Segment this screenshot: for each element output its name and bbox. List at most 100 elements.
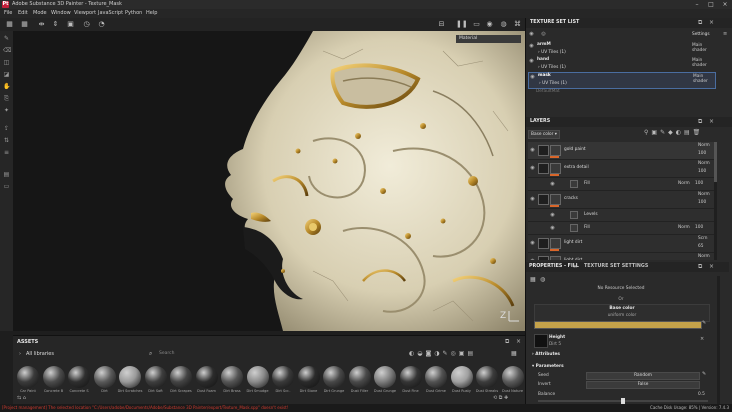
screen-icon[interactable]: ⊟ (437, 20, 446, 29)
color-picker-icon[interactable]: ✦ (3, 107, 10, 114)
fill-mode-icon[interactable]: ▦ (530, 276, 536, 283)
eye-icon[interactable]: ◉ (530, 75, 535, 80)
invert-toggle[interactable]: False (586, 381, 700, 389)
properties-scrollbar[interactable] (717, 276, 720, 404)
asset-thumbnail[interactable] (246, 366, 269, 388)
sublayer-row[interactable]: ◉ Fill Norm 100 (528, 222, 714, 235)
base-color-slot[interactable]: Base color uniform color (534, 304, 710, 322)
layer-row[interactable]: ◉ light dirt Scrn 65 (528, 235, 714, 253)
float-panel-icon[interactable]: ⧉ (505, 338, 509, 346)
align-icon[interactable]: ≡ (3, 149, 10, 156)
eraser-icon[interactable]: ⌫ (3, 47, 11, 54)
material-mode-icon[interactable]: ◍ (540, 276, 545, 283)
grid-view-icon[interactable]: ▦ (511, 350, 517, 357)
float-panel-icon[interactable]: ⧉ (698, 19, 702, 27)
asset-thumbnail[interactable] (119, 366, 141, 388)
asset-footer-actions[interactable]: ⟲ ⧉ ✚ (493, 395, 508, 401)
menu-mode[interactable]: Mode (33, 9, 47, 18)
smudge-icon[interactable]: ✋ (3, 83, 10, 90)
asset-filter-icons[interactable]: ◐◒◙◑✎◎▣▤ (409, 350, 509, 357)
visibility-icon[interactable]: ◎ (541, 32, 546, 37)
close-panel-icon[interactable]: × (516, 338, 521, 345)
asset-thumbnail[interactable] (348, 366, 371, 388)
layer-opacity[interactable]: 100 (698, 151, 706, 156)
asset-thumbnail[interactable] (272, 366, 294, 388)
layer-row[interactable]: ◉ extra detail Norm 100 (528, 160, 714, 178)
asset-thumbnail[interactable] (68, 366, 90, 388)
bake-icon[interactable]: ⇅ (3, 137, 10, 144)
close-panel-icon[interactable]: × (709, 262, 714, 272)
menu-javascript[interactable]: JavaScript (98, 9, 123, 18)
layer-row[interactable]: ◉ gold paint Norm 100 (528, 142, 714, 160)
clone-icon[interactable]: ⎘ (3, 95, 10, 102)
asset-thumbnail[interactable] (221, 366, 243, 388)
eye-icon[interactable]: ◉ (530, 241, 535, 246)
sublayer-row[interactable]: ◉ Levels (528, 209, 714, 222)
float-panel-icon[interactable]: ⧉ (698, 262, 702, 272)
layer-opacity[interactable]: 100 (695, 181, 703, 186)
texture-set-item[interactable]: ◉ armM Main shader › UV Tiles (1) (528, 42, 714, 57)
collapse-arrow-icon[interactable]: › (19, 351, 21, 357)
eye-icon[interactable]: ◉ (550, 182, 555, 187)
asset-thumbnail[interactable] (195, 366, 218, 388)
grid-large-icon[interactable]: ▦ (20, 20, 29, 29)
eye-icon[interactable]: ◉ (529, 44, 534, 49)
3d-viewport[interactable]: Z Material (13, 31, 525, 331)
balance-slider[interactable] (538, 398, 708, 404)
menu-edit[interactable]: Edit (18, 9, 28, 18)
seed-random-button[interactable]: Random (586, 372, 700, 380)
sublayer-row[interactable]: ◉ Fill Norm 100 (528, 178, 714, 191)
layer-blend-mode[interactable]: Norm (698, 254, 710, 259)
eye-icon[interactable]: ◉ (530, 166, 535, 171)
close-tab-icon[interactable]: × (573, 262, 577, 272)
render-icon[interactable]: ◉ (485, 20, 494, 29)
asset-thumbnail[interactable] (170, 366, 192, 388)
asset-thumbnail[interactable] (399, 366, 422, 388)
grid-small-icon[interactable]: ▦ (5, 20, 14, 29)
shader-select[interactable]: Main shader (692, 58, 714, 68)
eye-icon[interactable]: ◉ (550, 226, 555, 231)
search-input[interactable]: Search (159, 351, 174, 356)
layer-blend-mode[interactable]: Norm (678, 181, 690, 186)
eye-icon[interactable]: ◉ (550, 213, 555, 218)
layer-scrollbar[interactable] (714, 142, 717, 260)
camera-reset-icon[interactable]: ◔ (97, 20, 106, 29)
layer-action-icons[interactable]: ⚲▣✎◆◐▤🗑 (644, 129, 730, 136)
minimize-icon[interactable]: – (690, 0, 704, 9)
iray-icon[interactable]: ◍ (499, 20, 508, 29)
layer-blend-mode[interactable]: Norm (698, 192, 710, 197)
texture-set-item[interactable]: ◉ hand Main shader › UV Tiles (1) (528, 57, 714, 72)
menu-python[interactable]: Python (125, 9, 142, 18)
projection-icon[interactable]: ◫ (3, 59, 10, 66)
symmetry-axis-icon[interactable]: ⇕ (51, 20, 60, 29)
layer-blend-mode[interactable]: Norm (698, 161, 710, 166)
layer-opacity[interactable]: 100 (698, 169, 706, 174)
attributes-section[interactable]: › Attributes (532, 352, 560, 357)
close-panel-icon[interactable]: × (709, 19, 714, 26)
asset-thumbnail[interactable] (93, 366, 116, 388)
asset-thumbnail[interactable] (476, 366, 498, 388)
color-picker-icon[interactable]: ✎ (702, 320, 706, 326)
library-selector[interactable]: All libraries (26, 351, 54, 357)
layer-opacity[interactable]: 100 (695, 225, 703, 230)
asset-thumbnail[interactable] (297, 366, 320, 388)
asset-thumbnail[interactable] (17, 366, 39, 388)
viewport-mode-icon[interactable]: ▭ (472, 20, 481, 29)
layer-blend-mode[interactable]: Scrn (698, 236, 708, 241)
asset-footer-icons[interactable]: ⇆ ⌂ (17, 395, 26, 401)
menu-file[interactable]: File (4, 9, 12, 18)
scrollbar-thumb[interactable] (714, 142, 717, 182)
shader-select[interactable]: Main shader (693, 74, 715, 84)
tab-properties-fill[interactable]: PROPERTIES - FILL (529, 262, 579, 272)
eye-icon[interactable]: ◉ (530, 148, 535, 153)
menu-icon[interactable]: ≡ (723, 31, 727, 37)
tab-texture-set-settings[interactable]: TEXTURE SET SETTINGS (584, 262, 648, 272)
asset-thumbnail[interactable] (42, 366, 65, 388)
float-panel-icon[interactable]: ⧉ (698, 118, 702, 126)
menu-window[interactable]: Window (51, 9, 71, 18)
geometry-fill-icon[interactable]: ◪ (3, 71, 10, 78)
pause-icon[interactable]: ❚❚ (456, 20, 468, 29)
eye-icon[interactable]: ◉ (529, 59, 534, 64)
eye-icon[interactable]: ◉ (530, 259, 535, 261)
settings-button[interactable]: Settings (692, 32, 710, 37)
